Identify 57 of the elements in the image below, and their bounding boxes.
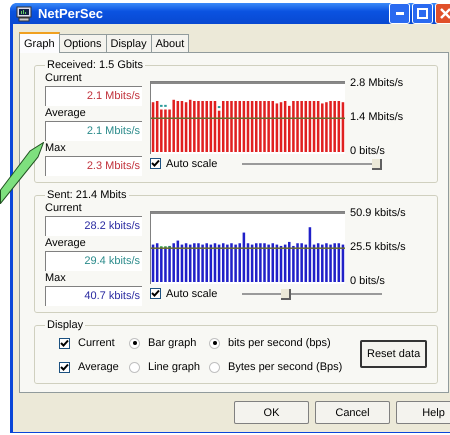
scale-slider[interactable] [242, 158, 382, 170]
stat-field: 29.4 kbits/s [45, 251, 142, 271]
dialog-button[interactable]: Help [396, 401, 450, 424]
stat-label: Max [45, 141, 67, 156]
radio-button[interactable] [209, 362, 220, 372]
stat-label: Average [45, 106, 87, 121]
reset-data-button[interactable]: Reset data [360, 340, 428, 368]
dialog-button[interactable]: OK [234, 401, 309, 424]
checkbox[interactable] [59, 362, 70, 372]
stat-label: Current [45, 71, 83, 86]
axis-label: 25.5 kbits/s [350, 240, 406, 254]
axis-label: 2.8 Mbits/s [350, 77, 404, 90]
scale-slider[interactable] [242, 288, 382, 300]
option-label: Current [78, 337, 115, 349]
stat-field: 2.1 Mbits/s [45, 86, 142, 106]
stat-label: Max [45, 271, 67, 286]
tab[interactable]: Graph [19, 32, 60, 53]
axis-label: 0 bits/s [350, 145, 385, 158]
maximize-icon [417, 8, 428, 19]
stat-field: 2.1 Mbits/s [45, 121, 142, 141]
average-mark [218, 106, 220, 108]
option-label: Bytes per second (Bps) [228, 361, 342, 373]
group-title: Received: 1.5 Gbits [46, 59, 144, 71]
radio-button[interactable] [129, 338, 140, 348]
maximize-button[interactable] [412, 3, 433, 24]
option-label: Line graph [148, 361, 200, 373]
tab[interactable]: Display [106, 34, 152, 52]
close-button[interactable] [435, 3, 450, 24]
option-label: Average [78, 361, 119, 373]
group-title: Display [46, 319, 84, 331]
radio-button[interactable] [209, 338, 220, 348]
minimize-icon [396, 12, 404, 15]
group-title: Sent: 21.4 Mbits [46, 189, 128, 201]
auto-scale-checkbox[interactable] [150, 288, 161, 299]
monitor-icon [16, 6, 32, 22]
auto-scale-label: Auto scale [166, 288, 218, 300]
auto-scale-checkbox[interactable] [150, 158, 161, 169]
stat-field: 40.7 kbits/s [45, 286, 142, 306]
auto-scale-label: Auto scale [166, 158, 218, 170]
dialog-button[interactable]: Cancel [315, 401, 390, 424]
radio-button[interactable] [129, 362, 140, 372]
tab[interactable]: Options [58, 34, 106, 52]
axis-label: 50.9 kbits/s [350, 207, 406, 220]
axis-label: 1.4 Mbits/s [350, 111, 404, 124]
stat-field: 28.2 kbits/s [45, 216, 142, 236]
axis-label: 0 bits/s [350, 275, 385, 288]
stat-field: 2.3 Mbits/s [45, 156, 142, 176]
window-title: NetPerSec [38, 6, 104, 21]
pointer-arrow [0, 142, 44, 204]
tab[interactable]: About [150, 34, 190, 52]
close-icon [440, 8, 450, 19]
option-label: Bar graph [148, 337, 196, 349]
checkbox[interactable] [59, 338, 70, 348]
stat-label: Current [45, 201, 83, 216]
option-label: bits per second (bps) [228, 337, 331, 349]
stat-label: Average [45, 236, 87, 251]
minimize-button[interactable] [389, 3, 410, 24]
